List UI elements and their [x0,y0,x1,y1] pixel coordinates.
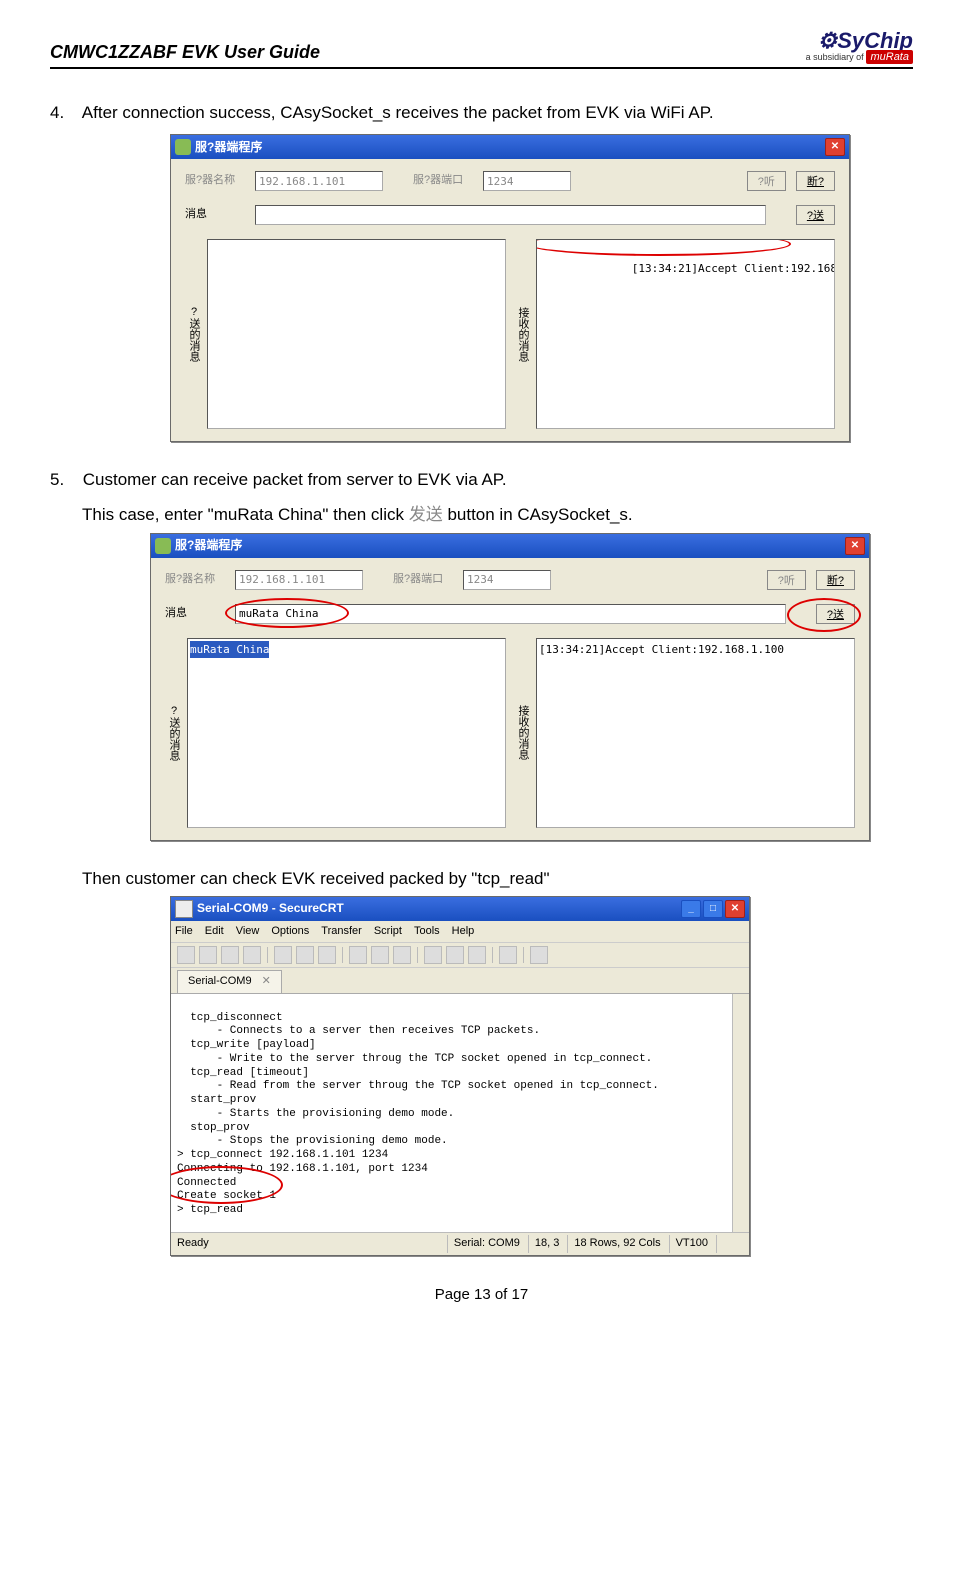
step4-text: After connection success, CAsySocket_s r… [82,103,714,122]
logo-subsidiary: a subsidiary of [806,52,864,62]
received-messages-label: 接收的消息 [514,705,528,760]
message-label: 消息 [165,605,225,623]
session-tab[interactable]: Serial-COM9 ✕ [177,970,282,993]
app-icon [175,900,193,918]
step4-number: 4. [50,99,78,126]
toolbar-icon[interactable] [393,946,411,964]
menu-file[interactable]: File [175,923,193,941]
send-button[interactable]: ?送 [796,205,835,225]
menu-script[interactable]: Script [374,923,402,941]
server-name-label: 服?器名称 [185,172,245,190]
listen-button[interactable]: ?听 [747,171,786,191]
sent-messages-label: ?送的消息 [185,306,199,362]
status-size: 18 Rows, 92 Cols [567,1235,660,1253]
message-input[interactable] [255,205,766,225]
logo-block: ⚙SyChip a subsidiary of muRata [806,30,913,63]
step5-send-btn-ref: 发送 [409,505,443,524]
server-name-input[interactable] [235,570,363,590]
toolbar-icon[interactable] [468,946,486,964]
status-bar: Ready Serial: COM9 18, 3 18 Rows, 92 Col… [171,1232,749,1255]
listen-button[interactable]: ?听 [767,570,806,590]
step5-text-b-pre: This case, enter "muRata China" then cli… [82,505,409,524]
app-icon [155,538,171,554]
toolbar-icon[interactable] [371,946,389,964]
received-messages-pane[interactable]: [13:34:21]Accept Client:192.168.1.100 [536,239,835,429]
toolbar-icon[interactable] [424,946,442,964]
status-pos: 18, 3 [528,1235,559,1253]
logo-sychip: ⚙SyChip [806,30,913,52]
menu-view[interactable]: View [236,923,260,941]
toolbar-icon[interactable] [499,946,517,964]
menu-help[interactable]: Help [452,923,475,941]
server-name-label: 服?器名称 [165,571,225,589]
toolbar [171,943,749,968]
server-name-input[interactable] [255,171,383,191]
tab-label: Serial-COM9 [188,973,252,991]
toolbar-icon[interactable] [530,946,548,964]
annotation-circle-send [787,598,861,632]
server-port-label: 服?器端口 [393,571,453,589]
received-messages-label: 接收的消息 [514,307,528,362]
message-label: 消息 [185,206,245,224]
close-icon[interactable]: ✕ [845,537,865,555]
toolbar-icon[interactable] [274,946,292,964]
status-term: VT100 [669,1235,708,1253]
status-ready: Ready [177,1235,209,1253]
securecrt-window: Serial-COM9 - SecureCRT _ □ ✕ File Edit … [170,896,750,1256]
minimize-icon[interactable]: _ [681,900,701,918]
page-footer: Page 13 of 17 [50,1286,913,1303]
menu-tools[interactable]: Tools [414,923,440,941]
disconnect-button[interactable]: 断? [796,171,835,191]
toolbar-icon[interactable] [318,946,336,964]
terminal[interactable]: tcp_disconnect - Connects to a server th… [171,993,749,1232]
toolbar-icon[interactable] [446,946,464,964]
toolbar-icon[interactable] [199,946,217,964]
annotation-circle-msg [225,598,349,628]
step5-number: 5. [50,466,78,493]
menu-edit[interactable]: Edit [205,923,224,941]
window-title: 服?器端程序 [175,536,242,555]
step5-text-b-post: button in CAsySocket_s. [443,505,633,524]
maximize-icon[interactable]: □ [703,900,723,918]
received-messages-pane[interactable]: [13:34:21]Accept Client:192.168.1.100 [536,638,855,828]
menu-bar[interactable]: File Edit View Options Transfer Script T… [171,921,749,944]
received-line: [13:34:21]Accept Client:192.168.1.100 [632,262,835,275]
close-icon[interactable]: ✕ [725,900,745,918]
disconnect-button[interactable]: 断? [816,570,855,590]
sent-messages-pane[interactable]: muRata China [187,638,506,828]
app-icon [175,139,191,155]
sent-messages-label: ?送的消息 [165,705,179,761]
annotation-circle [536,239,791,256]
window-title: 服?器端程序 [195,138,262,157]
toolbar-icon[interactable] [296,946,314,964]
status-serial: Serial: COM9 [447,1235,520,1253]
server-port-input[interactable] [483,171,571,191]
received-line: [13:34:21]Accept Client:192.168.1.100 [539,643,784,656]
menu-options[interactable]: Options [271,923,309,941]
server-port-input[interactable] [463,570,551,590]
logo-murata: muRata [866,50,913,64]
doc-title: CMWC1ZZABF EVK User Guide [50,42,320,63]
tab-close-icon[interactable]: ✕ [262,973,271,991]
casysocket-window-1: 服?器端程序 ✕ 服?器名称 服?器端口 ?听 断? 消息 [170,134,850,442]
casysocket-window-2: 服?器端程序 ✕ 服?器名称 服?器端口 ?听 断? 消息 [150,533,870,841]
toolbar-icon[interactable] [243,946,261,964]
step5-text-a: Customer can receive packet from server … [83,470,507,489]
toolbar-icon[interactable] [221,946,239,964]
sent-line: muRata China [190,641,269,659]
close-icon[interactable]: ✕ [825,138,845,156]
then-text: Then customer can check EVK received pac… [82,865,913,892]
menu-transfer[interactable]: Transfer [321,923,362,941]
window-title: Serial-COM9 - SecureCRT [197,899,344,918]
toolbar-icon[interactable] [349,946,367,964]
sent-messages-pane[interactable] [207,239,506,429]
server-port-label: 服?器端口 [413,172,473,190]
scrollbar[interactable] [732,994,749,1232]
toolbar-icon[interactable] [177,946,195,964]
